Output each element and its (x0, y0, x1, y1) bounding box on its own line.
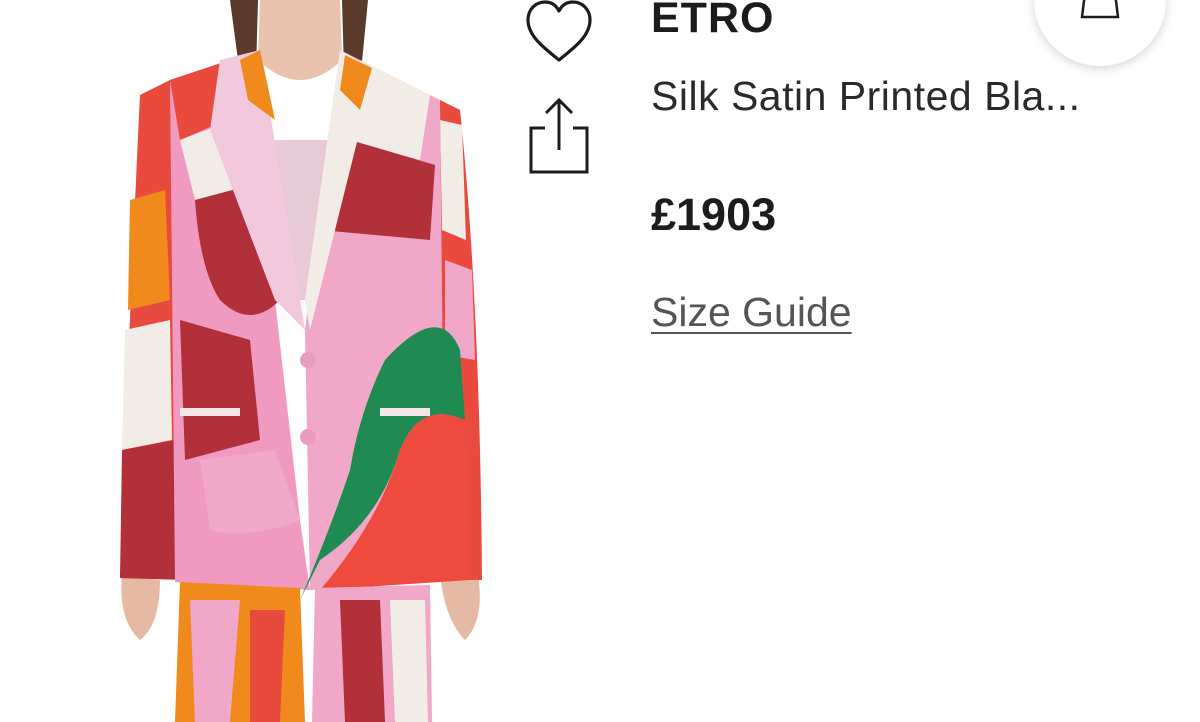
share-button[interactable] (518, 96, 600, 180)
product-image[interactable] (100, 0, 500, 722)
heart-icon (522, 0, 596, 69)
brand-name[interactable]: ETRO (651, 0, 774, 44)
wishlist-button[interactable] (518, 0, 600, 66)
share-icon (523, 94, 595, 183)
product-title: Silk Satin Printed Bla... (651, 73, 1081, 119)
product-detail-screen: ETRO Silk Satin Printed Bla... £1903 Siz… (0, 0, 1200, 722)
bag-button[interactable] (1034, 0, 1166, 66)
shopping-bag-icon (1075, 0, 1125, 66)
size-guide-link[interactable]: Size Guide (651, 286, 852, 338)
blazer-illustration (100, 0, 500, 722)
product-price: £1903 (651, 189, 777, 240)
